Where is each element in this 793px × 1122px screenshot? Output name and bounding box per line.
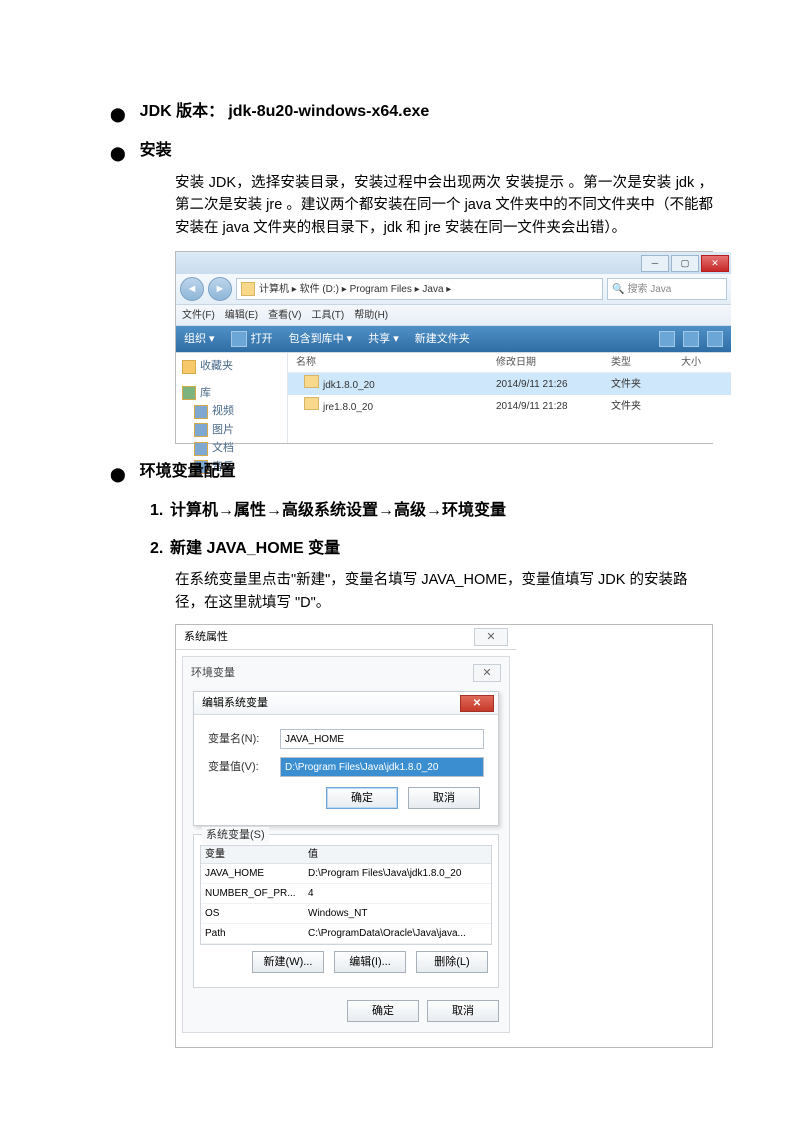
tool-include[interactable]: 包含到库中 ▾: [289, 331, 353, 348]
minimize-button[interactable]: ─: [641, 255, 669, 272]
menu-bar: 文件(F) 编辑(E) 查看(V) 工具(T) 帮助(H): [176, 305, 731, 326]
group-title: 系统变量(S): [202, 827, 269, 844]
col-size[interactable]: 大小: [681, 355, 731, 370]
edit-button[interactable]: 编辑(I)...: [334, 951, 406, 973]
navbar: ◄ ► 计算机 ▸ 软件 (D:) ▸ Program Files ▸ Java…: [176, 274, 731, 305]
preview-icon[interactable]: [683, 331, 699, 347]
sysprops-title: 系统属性 ✕: [176, 625, 516, 650]
step-2: 2.新建 JAVA_HOME 变量: [150, 537, 713, 561]
install-heading: 安装: [140, 139, 172, 163]
var-row[interactable]: OSWindows_NT: [201, 904, 491, 924]
document-page: ⬤ JDK 版本： jdk-8u20-windows-x64.exe ⬤ 安装 …: [0, 0, 793, 1100]
address-bar[interactable]: 计算机 ▸ 软件 (D:) ▸ Program Files ▸ Java ▸: [236, 278, 603, 300]
input-varvalue[interactable]: D:\Program Files\Java\jdk1.8.0_20: [280, 757, 484, 777]
side-pictures[interactable]: 图片: [182, 421, 281, 440]
back-button[interactable]: ◄: [180, 277, 204, 301]
menu-help[interactable]: 帮助(H): [354, 308, 388, 323]
var-row[interactable]: PathC:\ProgramData\Oracle\Java\java...: [201, 924, 491, 944]
delete-button[interactable]: 删除(L): [416, 951, 488, 973]
bullet-icon: ⬤: [110, 464, 126, 485]
col-type[interactable]: 类型: [611, 355, 681, 370]
menu-view[interactable]: 查看(V): [268, 308, 301, 323]
edit-dialog: 编辑系统变量 ✕ 变量名(N): JAVA_HOME 变量值(V): D:\Pr…: [193, 691, 499, 826]
cancel-button[interactable]: 取消: [408, 787, 480, 809]
menu-file[interactable]: 文件(F): [182, 308, 215, 323]
document-icon: [194, 442, 208, 456]
label-varname: 变量名(N):: [208, 731, 280, 748]
new-button[interactable]: 新建(W)...: [252, 951, 324, 973]
search-placeholder: 搜索 Java: [627, 282, 671, 297]
help-icon[interactable]: [707, 331, 723, 347]
file-row-jdk[interactable]: jdk1.8.0_20 2014/9/11 21:26 文件夹: [288, 373, 731, 395]
side-video[interactable]: 视频: [182, 402, 281, 421]
search-icon: 🔍: [612, 282, 624, 297]
env-dialog-screenshot: 系统属性 ✕ 环境变量 ✕ 编辑系统变量 ✕ 变量名(N):: [175, 624, 713, 1048]
tool-open[interactable]: 打开: [231, 331, 273, 348]
side-docs[interactable]: 文档: [182, 439, 281, 458]
ok-button[interactable]: 确定: [326, 787, 398, 809]
col-date[interactable]: 修改日期: [496, 355, 611, 370]
tool-organize[interactable]: 组织 ▾: [184, 331, 215, 348]
video-icon: [194, 405, 208, 419]
bullet-env: ⬤ 环境变量配置: [110, 460, 713, 485]
step-1: 1.计算机→属性→高级系统设置→高级→环境变量: [150, 499, 713, 523]
bullet-jdk-version: ⬤ JDK 版本： jdk-8u20-windows-x64.exe: [110, 100, 713, 125]
side-favorites[interactable]: 收藏夹: [182, 357, 281, 376]
library-icon: [182, 386, 196, 400]
menu-edit[interactable]: 编辑(E): [225, 308, 258, 323]
tool-newfolder[interactable]: 新建文件夹: [415, 331, 470, 348]
cancel-button[interactable]: 取消: [427, 1000, 499, 1022]
folder-icon: [241, 282, 255, 296]
toolbar: 组织 ▾ 打开 包含到库中 ▾ 共享 ▾ 新建文件夹: [176, 326, 731, 352]
file-header: 名称 修改日期 类型 大小: [288, 353, 731, 373]
ok-button[interactable]: 确定: [347, 1000, 419, 1022]
jdk-value: jdk-8u20-windows-x64.exe: [228, 103, 429, 120]
folder-icon: [304, 397, 319, 410]
col-variable[interactable]: 变量: [201, 846, 304, 863]
folder-icon: [304, 375, 319, 388]
bullet-icon: ⬤: [110, 104, 126, 125]
side-library[interactable]: 库: [182, 384, 281, 403]
step-2-para: 在系统变量里点击"新建"，变量名填写 JAVA_HOME，变量值填写 JDK 的…: [175, 569, 713, 614]
var-table: 变量 值 JAVA_HOMED:\Program Files\Java\jdk1…: [200, 845, 492, 945]
col-value[interactable]: 值: [304, 846, 491, 863]
var-row[interactable]: JAVA_HOMED:\Program Files\Java\jdk1.8.0_…: [201, 864, 491, 884]
address-text: 计算机 ▸ 软件 (D:) ▸ Program Files ▸ Java ▸: [259, 282, 451, 297]
col-name[interactable]: 名称: [288, 355, 496, 370]
sysvar-group: 系统变量(S) 变量 值 JAVA_HOMED:\Program Files\J…: [193, 834, 499, 988]
input-varname[interactable]: JAVA_HOME: [280, 729, 484, 749]
window-titlebar: ─ ▢ ✕: [176, 252, 731, 274]
picture-icon: [194, 423, 208, 437]
view-icon[interactable]: [659, 331, 675, 347]
bullet-icon: ⬤: [110, 143, 126, 164]
close-button[interactable]: ✕: [460, 695, 494, 712]
env-heading: 环境变量配置: [140, 460, 236, 484]
install-paragraph: 安装 JDK，选择安装目录，安装过程中会出现两次 安装提示 。第一次是安装 jd…: [175, 172, 713, 239]
explorer-screenshot: ─ ▢ ✕ ◄ ► 计算机 ▸ 软件 (D:) ▸ Program Files …: [175, 251, 713, 444]
edit-title-text: 编辑系统变量: [202, 695, 268, 712]
close-button[interactable]: ✕: [701, 255, 729, 272]
var-row[interactable]: NUMBER_OF_PR...4: [201, 884, 491, 904]
close-button[interactable]: ✕: [473, 664, 501, 682]
maximize-button[interactable]: ▢: [671, 255, 699, 272]
jdk-label: JDK 版本：: [140, 103, 224, 120]
file-panel: 名称 修改日期 类型 大小 jdk1.8.0_20 2014/9/11 21:2…: [288, 353, 731, 443]
bullet-install: ⬤ 安装: [110, 139, 713, 164]
search-box[interactable]: 🔍 搜索 Java: [607, 278, 727, 300]
menu-tools[interactable]: 工具(T): [311, 308, 344, 323]
envvar-title: 环境变量 ✕: [189, 663, 503, 687]
close-button[interactable]: ✕: [474, 628, 508, 646]
star-icon: [182, 360, 196, 374]
open-icon: [231, 331, 247, 347]
file-row-jre[interactable]: jre1.8.0_20 2014/9/11 21:28 文件夹: [288, 395, 731, 417]
side-panel: 收藏夹 库 视频 图片 文档 音乐: [176, 353, 288, 443]
label-varvalue: 变量值(V):: [208, 759, 280, 776]
tool-share[interactable]: 共享 ▾: [368, 331, 399, 348]
forward-button[interactable]: ►: [208, 277, 232, 301]
